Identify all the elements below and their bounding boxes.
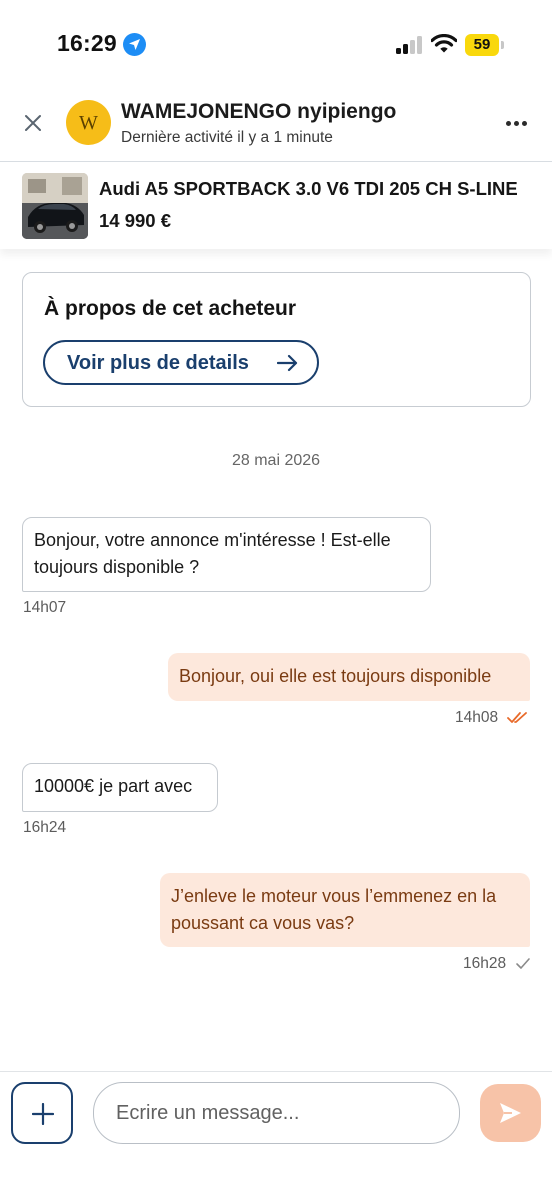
message-time: 16h28: [463, 955, 507, 972]
message-text: J’enleve le moteur vous l’emmenez en la …: [171, 886, 497, 933]
listing-summary[interactable]: Audi A5 SPORTBACK 3.0 V6 TDI 205 CH S-LI…: [0, 163, 552, 249]
battery-indicator: 59: [465, 34, 499, 56]
plus-icon: [32, 1103, 54, 1125]
arrow-right-icon: [277, 354, 298, 372]
wifi-icon: [430, 33, 458, 59]
listing-price: 14 990 €: [99, 210, 172, 231]
buyer-info-card: À propos de cet acheteur Voir plus de de…: [22, 272, 531, 407]
buyer-card-title: À propos de cet acheteur: [44, 297, 297, 320]
location-arrow-icon: [123, 33, 146, 56]
more-options-button[interactable]: [500, 113, 532, 133]
cellular-signal-icon: [396, 36, 422, 54]
message-input[interactable]: [93, 1082, 460, 1144]
view-details-label: Voir plus de details: [67, 352, 249, 374]
message-bubble-incoming[interactable]: Bonjour, votre annonce m'intéresse ! Est…: [22, 517, 431, 592]
message-bubble-outgoing[interactable]: J’enleve le moteur vous l’emmenez en la …: [160, 873, 530, 947]
message-text: 10000€ je part avec: [34, 776, 193, 796]
close-icon: [25, 115, 41, 131]
status-bar: 16:29 59: [0, 0, 552, 90]
close-button[interactable]: [20, 110, 46, 136]
message-time: 14h08: [455, 709, 499, 726]
message-bubble-outgoing[interactable]: Bonjour, oui elle est toujours disponibl…: [168, 653, 530, 701]
view-details-button[interactable]: Voir plus de details: [43, 340, 319, 385]
add-attachment-button[interactable]: [11, 1082, 73, 1144]
message-composer: [0, 1071, 552, 1200]
message-bubble-incoming[interactable]: 10000€ je part avec: [22, 763, 218, 812]
status-time: 16:29: [57, 30, 117, 56]
user-name[interactable]: WAMEJONENGO nyipiengo: [121, 100, 396, 124]
battery-level: 59: [473, 36, 491, 53]
date-separator: 28 mai 2026: [231, 452, 321, 469]
send-button[interactable]: [480, 1084, 541, 1142]
avatar[interactable]: W: [66, 100, 111, 145]
double-check-icon: [507, 712, 527, 723]
message-text: Bonjour, oui elle est toujours disponibl…: [179, 666, 492, 686]
message-time: 14h07: [23, 599, 67, 616]
conversation-header: W WAMEJONENGO nyipiengo Dernière activit…: [0, 90, 552, 162]
avatar-letter: W: [79, 112, 98, 134]
listing-title[interactable]: Audi A5 SPORTBACK 3.0 V6 TDI 205 CH S-LI…: [99, 178, 539, 200]
message-text: Bonjour, votre annonce m'intéresse ! Est…: [34, 530, 391, 577]
last-active-status: Dernière activité il y a 1 minute: [121, 129, 333, 146]
single-check-icon: [516, 958, 530, 969]
listing-thumbnail[interactable]: [22, 173, 88, 239]
battery-tip: [501, 41, 504, 49]
send-icon: [500, 1103, 521, 1123]
message-time: 16h24: [23, 819, 67, 836]
